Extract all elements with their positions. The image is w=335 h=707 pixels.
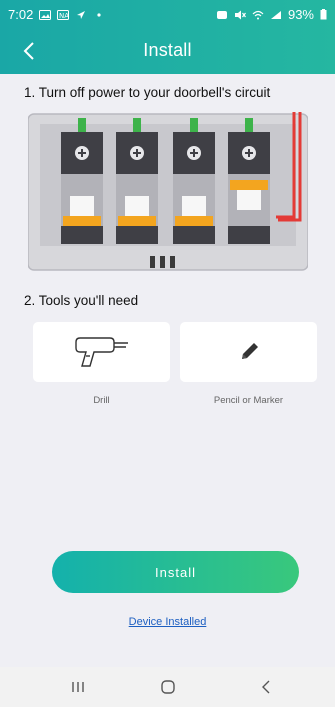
mute-icon [234,10,246,19]
breaker-1 [61,118,103,244]
drill-icon [74,337,128,367]
pencil-icon [241,343,258,359]
header: Install [0,28,335,74]
image-icon [39,9,52,20]
breaker-3 [173,118,215,244]
tool-card-pencil [180,322,317,382]
system-nav-bar [0,667,335,707]
home-icon [161,680,175,694]
step1-title: 1. Turn off power to your doorbell's cir… [24,85,271,100]
tool-label-pencil: Pencil or Marker [213,395,284,406]
notification-icon: NA [57,9,70,20]
main-content: 1. Turn off power to your doorbell's cir… [0,74,335,667]
svg-text:NA: NA [59,12,69,20]
breaker-panel-illustration [28,112,308,271]
step2-title: 2. Tools you'll need [24,293,139,308]
battery-icon [320,9,327,20]
back-icon [262,680,270,694]
tool-card-drill [33,322,170,382]
dot-icon [97,12,101,17]
signal-icon [270,10,281,19]
system-back-button[interactable] [246,675,286,699]
status-bar: 7:02 NA 93% [0,0,335,28]
recents-icon [72,682,84,692]
battery-percent: 93% [287,7,314,22]
recents-button[interactable] [58,675,98,699]
status-right: 93% [216,7,327,22]
breaker-2 [116,118,158,244]
breaker-4 [228,118,270,244]
install-button[interactable]: Install [52,551,299,593]
status-time: 7:02 [8,7,34,22]
alarm-icon [216,10,227,19]
home-button[interactable] [148,675,188,699]
location-icon [77,10,86,19]
device-installed-link[interactable]: Device Installed [0,616,335,628]
wifi-icon [252,10,264,19]
status-left: 7:02 NA [8,7,105,22]
page-title: Install [143,40,192,60]
tool-label-drill: Drill [93,395,110,406]
